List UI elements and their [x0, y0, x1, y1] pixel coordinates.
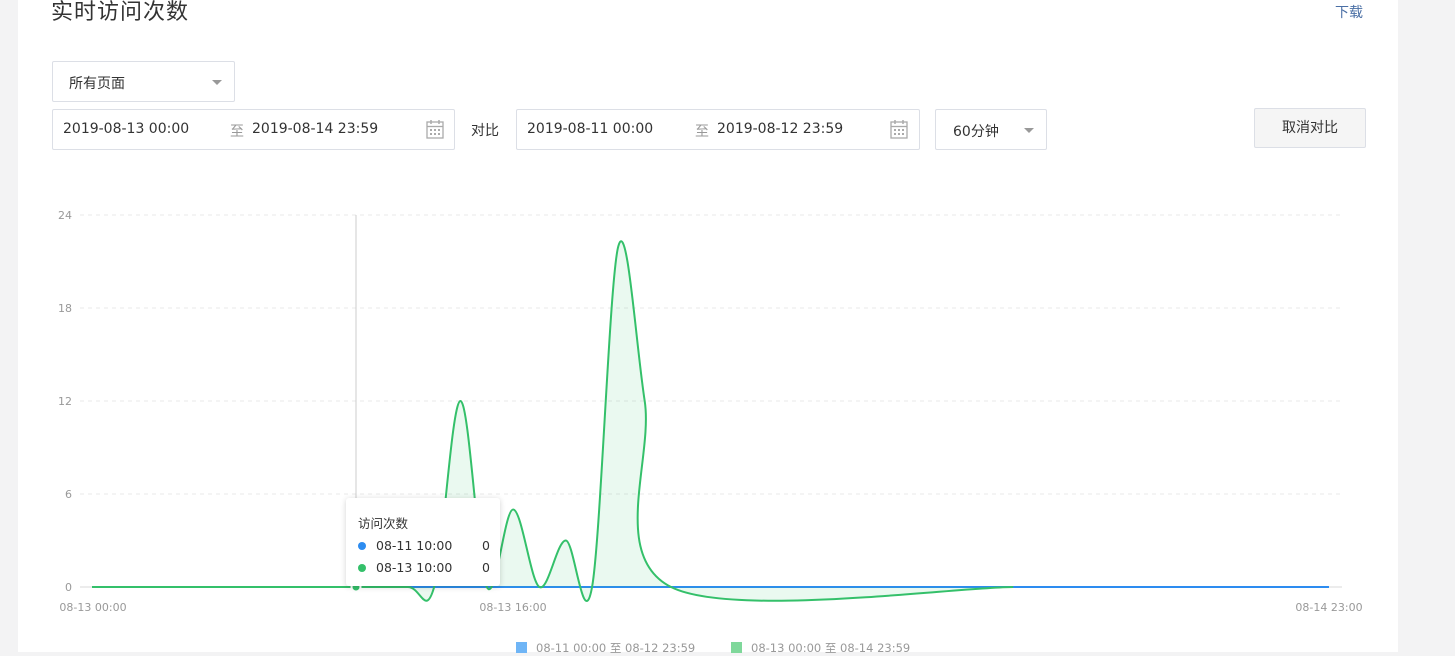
x-tick-label: 08-13 00:00 — [59, 601, 126, 614]
legend-item-series-a[interactable]: 08-11 00:00 至 08-12 23:59 — [516, 640, 695, 656]
series-a-dot — [358, 542, 366, 550]
y-tick-label: 24 — [58, 209, 72, 222]
series-area-b — [92, 241, 1014, 602]
legend-swatch — [516, 642, 527, 653]
line-chart[interactable]: 24 18 12 6 0 08-13 00:00 08-13 16:00 08-14 23:… — [0, 0, 1455, 652]
y-tick-label: 6 — [65, 488, 72, 501]
chart-tooltip: 访问次数 08-11 10:00 0 08-13 10:00 0 — [346, 498, 500, 586]
x-tick-label: 08-13 16:00 — [479, 601, 546, 614]
x-tick-label: 08-14 23:00 — [1295, 601, 1362, 614]
tooltip-row-label: 08-13 10:00 — [376, 560, 453, 575]
tooltip-row-value: 0 — [482, 560, 490, 575]
series-line-b — [92, 240, 1014, 602]
y-tick-label: 12 — [58, 395, 72, 408]
chart-series — [92, 240, 1329, 602]
tooltip-row: 08-11 10:00 0 — [358, 538, 490, 554]
tooltip-row: 08-13 10:00 0 — [358, 560, 490, 576]
legend-label: 08-11 00:00 至 08-12 23:59 — [536, 641, 696, 655]
tooltip-row-label: 08-11 10:00 — [376, 538, 453, 553]
y-axis-labels: 24 18 12 6 0 — [58, 209, 72, 594]
legend-label: 08-13 00:00 至 08-14 23:59 — [751, 641, 911, 655]
y-tick-label: 0 — [65, 581, 72, 594]
tooltip-row-value: 0 — [482, 538, 490, 553]
series-b-dot — [358, 564, 366, 572]
y-tick-label: 18 — [58, 302, 72, 315]
tooltip-title: 访问次数 — [358, 516, 409, 531]
x-axis-labels: 08-13 00:00 08-13 16:00 08-14 23:00 — [59, 601, 1362, 614]
legend-item-series-b[interactable]: 08-13 00:00 至 08-14 23:59 — [731, 640, 910, 656]
chart-grid — [80, 214, 1342, 588]
legend-swatch — [731, 642, 742, 653]
